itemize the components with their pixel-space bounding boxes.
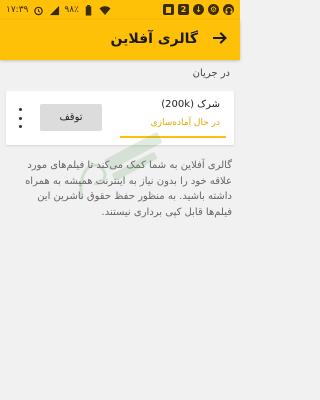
download-item-name: شرک (200k)	[161, 99, 220, 110]
headphones-icon	[223, 4, 234, 15]
more-vert-icon-dot	[18, 116, 22, 120]
info-text: گالری آفلاین به شما کمک می‌کند تا فیلم‌ه…	[25, 160, 232, 218]
download-item-status: در حال آماده‌سازی	[150, 118, 220, 128]
more-vert-icon	[18, 108, 22, 111]
app-bar: گالری آفلاین	[0, 20, 240, 60]
settings-icon: ⚙	[208, 4, 219, 15]
battery-icon	[83, 4, 95, 16]
wifi-icon	[99, 4, 111, 16]
alarm-icon	[32, 4, 44, 16]
download-icon: ↓	[193, 4, 204, 15]
stop-button[interactable]: توقف	[40, 104, 102, 131]
time-text: ۱۷:۳۹	[6, 5, 29, 15]
download-progress-bar	[120, 136, 226, 138]
more-vert-icon-dot	[18, 125, 22, 128]
status-bar: ۱۷:۳۹ ۹۸٪ 2 ↓ ⚙	[0, 0, 240, 20]
download-progress-fill	[120, 136, 226, 138]
sim-icon	[163, 4, 174, 15]
download-item-card: توقف شرک (200k) در حال آماده‌سازی	[6, 91, 234, 145]
mobile-data-icon	[48, 4, 60, 16]
status-bar-left: ۱۷:۳۹ ۹۸٪	[6, 4, 111, 16]
more-options-button[interactable]	[14, 108, 26, 128]
arrow-right-icon	[212, 30, 228, 50]
battery-text: ۹۸٪	[64, 5, 79, 15]
status-bar-right: 2 ↓ ⚙	[163, 4, 234, 15]
back-button[interactable]	[210, 30, 230, 50]
notification-count-badge: 2	[178, 4, 189, 15]
page-title: گالری آفلاین	[110, 31, 198, 47]
section-label-in-progress: در جریان	[192, 68, 230, 79]
